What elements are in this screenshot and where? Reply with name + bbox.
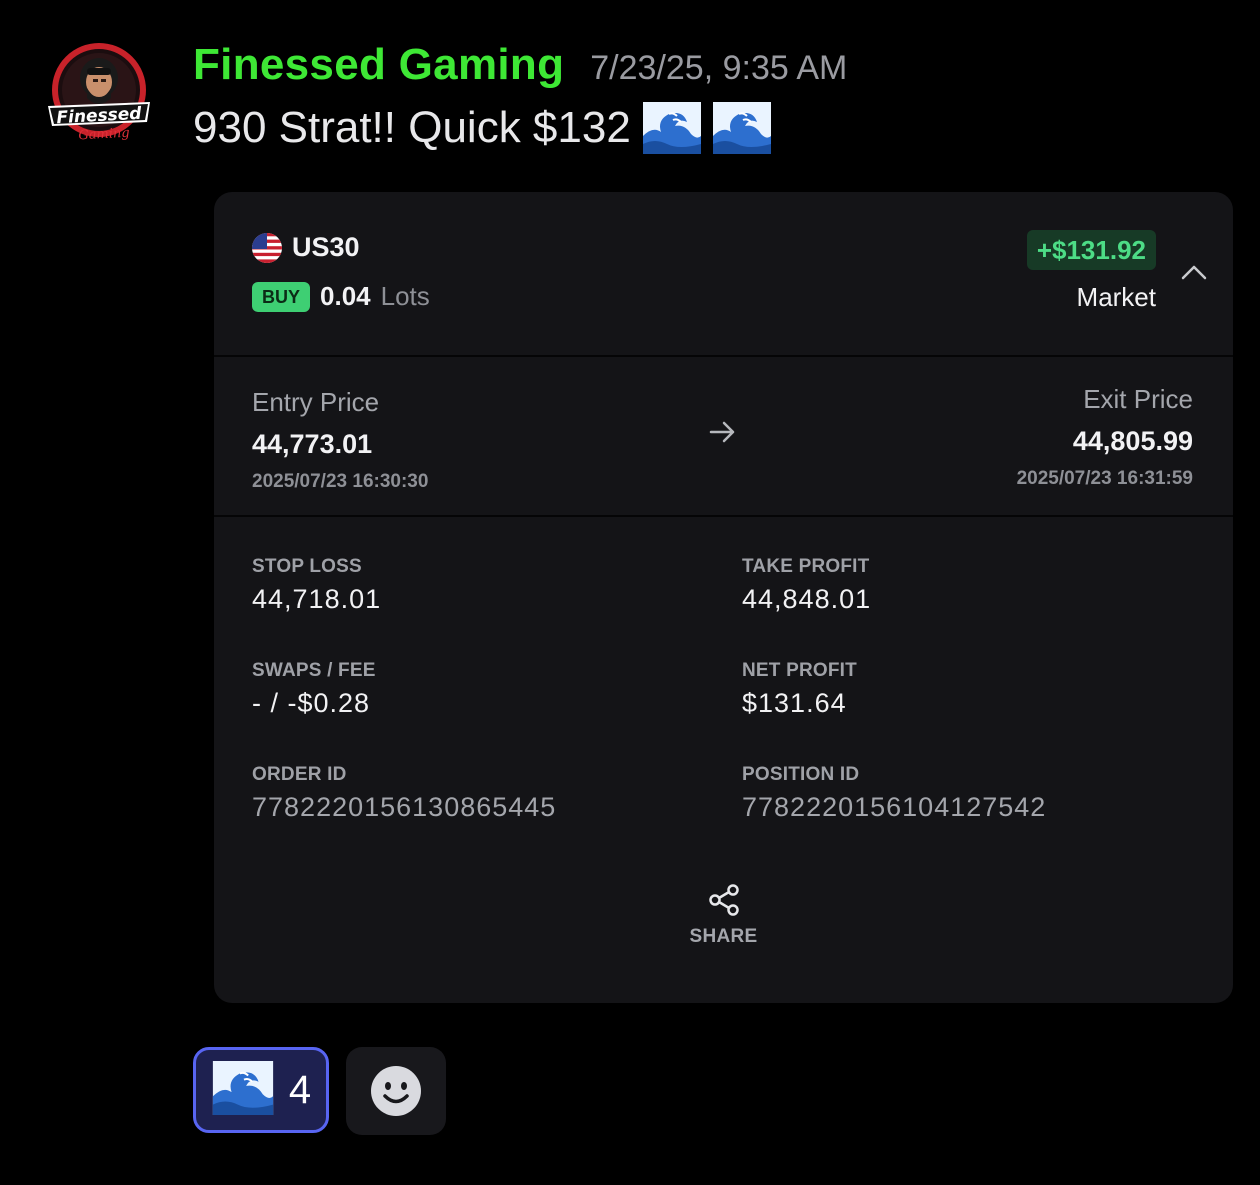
stop-loss-value: 44,718.01 bbox=[252, 584, 382, 614]
wave-reaction-button[interactable]: 4 bbox=[193, 1047, 329, 1133]
author-avatar[interactable]: Finessed Gaming bbox=[44, 38, 154, 148]
message-timestamp: 7/23/25, 9:35 AM bbox=[590, 49, 848, 87]
entry-price-value: 44,773.01 bbox=[252, 429, 373, 459]
net-profit-label: NET PROFIT bbox=[742, 660, 857, 681]
order-id-value: 7782220156130865445 bbox=[252, 792, 557, 822]
exit-time: 2025/07/23 16:31:59 bbox=[1016, 468, 1193, 489]
side-badge: BUY bbox=[252, 281, 311, 312]
order-type: Market bbox=[1076, 282, 1156, 312]
entry-time: 2025/07/23 16:30:30 bbox=[252, 471, 429, 492]
take-profit-field: TAKE PROFIT 44,848.01 bbox=[742, 556, 871, 615]
take-profit-label: TAKE PROFIT bbox=[742, 556, 870, 577]
message-text: 930 Strat!! Quick $132 bbox=[193, 103, 631, 152]
share-label: SHARE bbox=[689, 926, 758, 947]
position-id-field: POSITION ID 7782220156104127542 bbox=[742, 764, 1046, 823]
profit-badge: +$131.92 bbox=[1026, 230, 1156, 270]
exit-price-label: Exit Price bbox=[1083, 384, 1193, 414]
wave-emoji-icon bbox=[211, 1060, 275, 1120]
author-name[interactable]: Finessed Gaming bbox=[193, 40, 564, 90]
order-id-field: ORDER ID 7782220156130865445 bbox=[252, 764, 556, 823]
share-button[interactable]: SHARE bbox=[214, 882, 1233, 948]
wave-emoji-icon bbox=[642, 102, 701, 154]
chevron-up-icon[interactable] bbox=[1179, 258, 1209, 288]
discord-message: Finessed Gaming Finessed Gaming 7/23/25,… bbox=[0, 0, 1260, 1185]
stop-loss-field: STOP LOSS 44,718.01 bbox=[252, 556, 381, 615]
smiley-icon bbox=[371, 1066, 421, 1116]
lots-label: Lots bbox=[380, 281, 430, 311]
avatar-logo-subtext: Gaming bbox=[78, 126, 130, 144]
price-section: Entry Price 44,773.01 2025/07/23 16:30:3… bbox=[214, 357, 1233, 515]
trade-symbol: US30 bbox=[292, 232, 360, 262]
swaps-fee-field: SWAPS / FEE - / -$0.28 bbox=[252, 660, 376, 719]
net-profit-value: $131.64 bbox=[742, 688, 847, 718]
arrow-right-icon bbox=[708, 419, 738, 445]
position-id-value: 7782220156104127542 bbox=[742, 792, 1047, 822]
position-id-label: POSITION ID bbox=[742, 764, 860, 785]
share-icon bbox=[708, 884, 739, 916]
take-profit-value: 44,848.01 bbox=[742, 584, 872, 614]
swaps-fee-value: - / -$0.28 bbox=[252, 688, 371, 718]
symbol-row: US30 bbox=[252, 232, 360, 263]
net-profit-field: NET PROFIT $131.64 bbox=[742, 660, 857, 719]
wave-emoji-icon bbox=[712, 102, 771, 154]
entry-price-label: Entry Price bbox=[252, 387, 380, 417]
exit-price-value: 44,805.99 bbox=[1072, 426, 1193, 456]
lots-value: 0.04 bbox=[320, 281, 371, 311]
message-content: 930 Strat!! Quick $132 bbox=[193, 102, 771, 154]
divider bbox=[214, 515, 1233, 517]
order-id-label: ORDER ID bbox=[252, 764, 347, 785]
trade-summary: US30 BUY 0.04 Lots +$131.92 Market bbox=[214, 192, 1233, 355]
reaction-count: 4 bbox=[288, 1067, 312, 1112]
message-header: Finessed Gaming 7/23/25, 9:35 AM bbox=[193, 40, 847, 90]
stop-loss-label: STOP LOSS bbox=[252, 556, 362, 577]
swaps-fee-label: SWAPS / FEE bbox=[252, 660, 376, 681]
trade-card-image[interactable]: US30 BUY 0.04 Lots +$131.92 Market Entry… bbox=[214, 192, 1233, 1003]
us-flag-icon bbox=[252, 232, 282, 263]
side-row: BUY 0.04 Lots bbox=[252, 281, 430, 312]
add-reaction-button[interactable] bbox=[346, 1047, 446, 1135]
